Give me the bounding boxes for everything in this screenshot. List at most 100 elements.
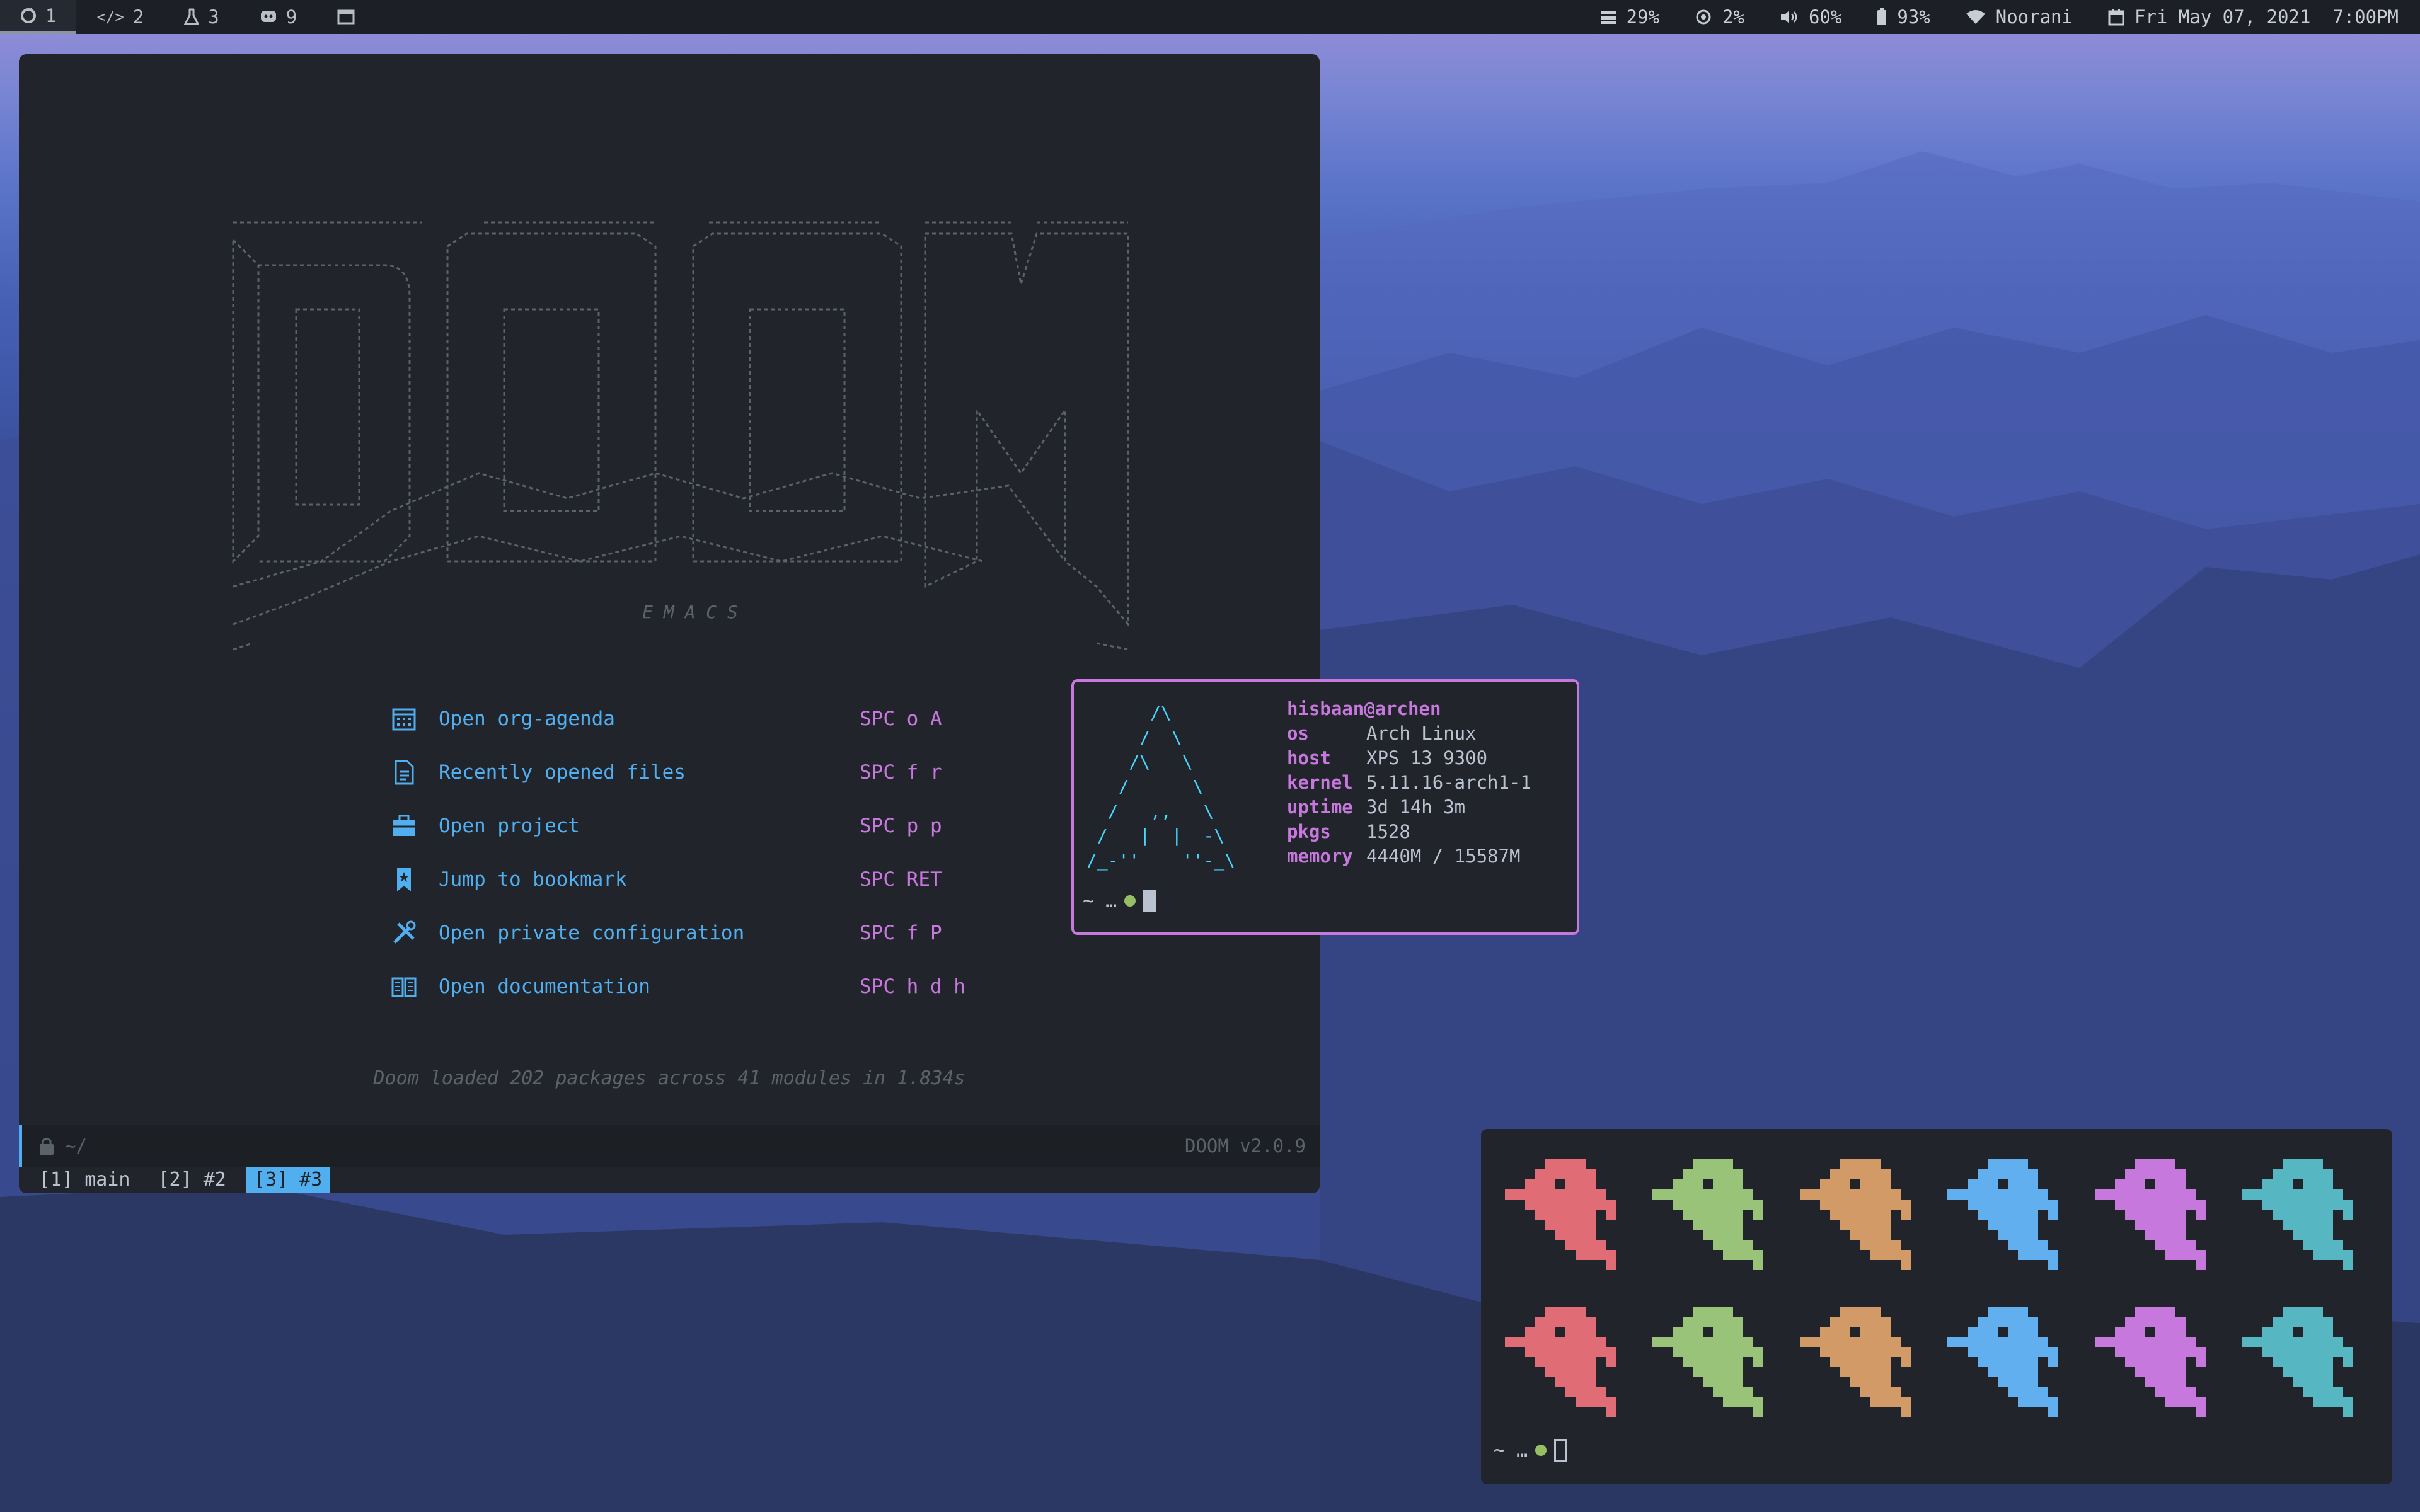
doom-version: DOOM v2.0.9 (1184, 1135, 1306, 1157)
menu-label: Open private configuration (439, 921, 745, 944)
wifi-icon (1966, 10, 1985, 24)
ghosts-terminal[interactable]: ~ … (1481, 1129, 2392, 1484)
ghost-icon (1947, 1307, 2058, 1418)
info-row: kernel 5.11.16-arch1-1 (1287, 772, 1531, 793)
refresh-icon (21, 8, 36, 23)
disk-value: 29% (1626, 6, 1660, 28)
text-cursor (1554, 1439, 1567, 1462)
status-dot (1535, 1445, 1547, 1456)
briefcase-icon (393, 815, 415, 836)
calendar-icon (392, 708, 416, 730)
menu-item-documentation[interactable]: Open documentation SPC h d h (391, 959, 1021, 1013)
workspace-9[interactable]: 9 (239, 0, 317, 34)
cpu-icon (1696, 9, 1711, 25)
menu-label: Open org-agenda (439, 707, 615, 730)
prompt-path: ~ … (1083, 890, 1117, 912)
logo-subtitle: E M A C S (642, 602, 738, 622)
ghost-icon (1800, 1159, 1911, 1270)
prompt-path: ~ … (1494, 1439, 1528, 1462)
volume-value: 60% (1808, 6, 1842, 28)
info-row: os Arch Linux (1287, 723, 1477, 744)
buffer-path: ~/ (65, 1135, 87, 1157)
info-row: pkgs 1528 (1287, 821, 1410, 842)
datetime: Fri May 07, 2021 7:00PM (2134, 6, 2399, 28)
menu-item-org-agenda[interactable]: Open org-agenda SPC o A (391, 692, 1021, 745)
user-host: hisbaan@archen (1287, 698, 1441, 719)
doom-ascii-logo: E M A C S (232, 221, 1129, 651)
bookmark-icon (397, 867, 411, 891)
battery-status[interactable]: 93% (1877, 6, 1930, 28)
workspace-label: 3 (208, 6, 219, 28)
tab-main[interactable]: [1] main (32, 1167, 138, 1193)
menu-label: Open project (439, 814, 580, 837)
code-icon: </> (96, 8, 124, 26)
wifi-network: Noorani (1995, 6, 2073, 28)
storage-icon (1600, 11, 1616, 24)
tab-3[interactable]: [3] #3 (246, 1167, 330, 1193)
tools-icon (393, 920, 416, 944)
workspace-label: 9 (285, 6, 297, 28)
menu-item-open-project[interactable]: Open project SPC p p (391, 799, 1021, 852)
ghost-icon (2242, 1159, 2353, 1270)
tab-2[interactable]: [2] #2 (151, 1167, 234, 1193)
calendar-icon (2108, 9, 2124, 26)
shell-prompt[interactable]: ~ … (1083, 890, 1156, 912)
workspace-2[interactable]: </> 2 (76, 0, 164, 34)
dashboard-menu: Open org-agenda SPC o A Recently opened … (391, 692, 1021, 1013)
ghost-icon (1652, 1307, 1763, 1418)
info-row: uptime 3d 14h 3m (1287, 796, 1466, 818)
flask-icon (184, 8, 200, 25)
ghost-icon (1505, 1159, 1616, 1270)
menu-keybinding: SPC h d h (860, 975, 965, 998)
info-row: host XPS 13 9300 (1287, 747, 1488, 769)
battery-value: 93% (1897, 6, 1930, 28)
volume-icon (1780, 11, 1797, 23)
menu-keybinding: SPC f r (860, 760, 942, 784)
ghost-icon (1505, 1307, 1616, 1418)
workspace-label: 1 (45, 5, 57, 26)
menu-item-private-config[interactable]: Open private configuration SPC f P (391, 906, 1021, 959)
volume-status[interactable]: 60% (1780, 6, 1841, 28)
clock[interactable]: Fri May 07, 2021 7:00PM (2108, 6, 2399, 28)
workspace-window[interactable] (317, 0, 375, 34)
menu-label: Jump to bookmark (439, 868, 627, 891)
lock-icon (40, 1138, 54, 1155)
top-bar: 1 </> 2 3 9 29% 2% 60% 93% Noorani Fri M… (0, 0, 2420, 34)
battery-icon (1877, 8, 1887, 25)
load-stats: Doom loaded 202 packages across 41 modul… (373, 1067, 965, 1089)
ghost-icon (1800, 1307, 1911, 1418)
discord-icon (260, 11, 276, 22)
ghost-icon (2095, 1159, 2206, 1270)
menu-keybinding: SPC o A (860, 707, 942, 730)
status-dot (1124, 895, 1136, 907)
menu-keybinding: SPC RET (860, 868, 942, 891)
ghost-icon (2242, 1307, 2353, 1418)
wifi-status[interactable]: Noorani (1966, 6, 2073, 28)
menu-label: Open documentation (439, 975, 650, 998)
text-cursor (1143, 890, 1156, 912)
ghost-icon (1652, 1159, 1763, 1270)
arch-logo-icon: /\ / \ /\ \ / \ / ,, \ / | | -\ /_-'' ''… (1086, 702, 1236, 871)
info-row: memory 4440M / 15587M (1287, 845, 1521, 867)
shell-prompt[interactable]: ~ … (1494, 1439, 1567, 1462)
ghost-icon (2095, 1307, 2206, 1418)
window-icon (337, 9, 355, 25)
menu-item-recent-files[interactable]: Recently opened files SPC f r (391, 745, 1021, 799)
cpu-status[interactable]: 2% (1695, 6, 1744, 28)
workspace-3[interactable]: 3 (164, 0, 239, 34)
mode-line: ~/ DOOM v2.0.9 (19, 1125, 1320, 1167)
workspace-1[interactable]: 1 (0, 0, 77, 34)
system-info: hisbaan@archen os Arch Linux host XPS 13 9… (1287, 697, 1531, 869)
neofetch-terminal[interactable]: /\ / \ /\ \ / \ / ,, \ / | | -\ /_-'' ''… (1071, 679, 1579, 935)
book-icon (391, 977, 417, 997)
file-icon (395, 760, 414, 784)
ghost-icon (1947, 1159, 2058, 1270)
menu-label: Recently opened files (439, 760, 686, 784)
menu-keybinding: SPC f P (860, 921, 942, 944)
menu-keybinding: SPC p p (860, 814, 942, 837)
workspace-label: 2 (132, 6, 144, 28)
emacs-window[interactable]: E M A C S Open org-agenda SPC o A Recent… (19, 54, 1320, 1193)
menu-item-bookmark[interactable]: Jump to bookmark SPC RET (391, 852, 1021, 906)
workspace-tabs: [1] main [2] #2 [3] #3 (19, 1167, 1320, 1193)
disk-status[interactable]: 29% (1600, 6, 1659, 28)
